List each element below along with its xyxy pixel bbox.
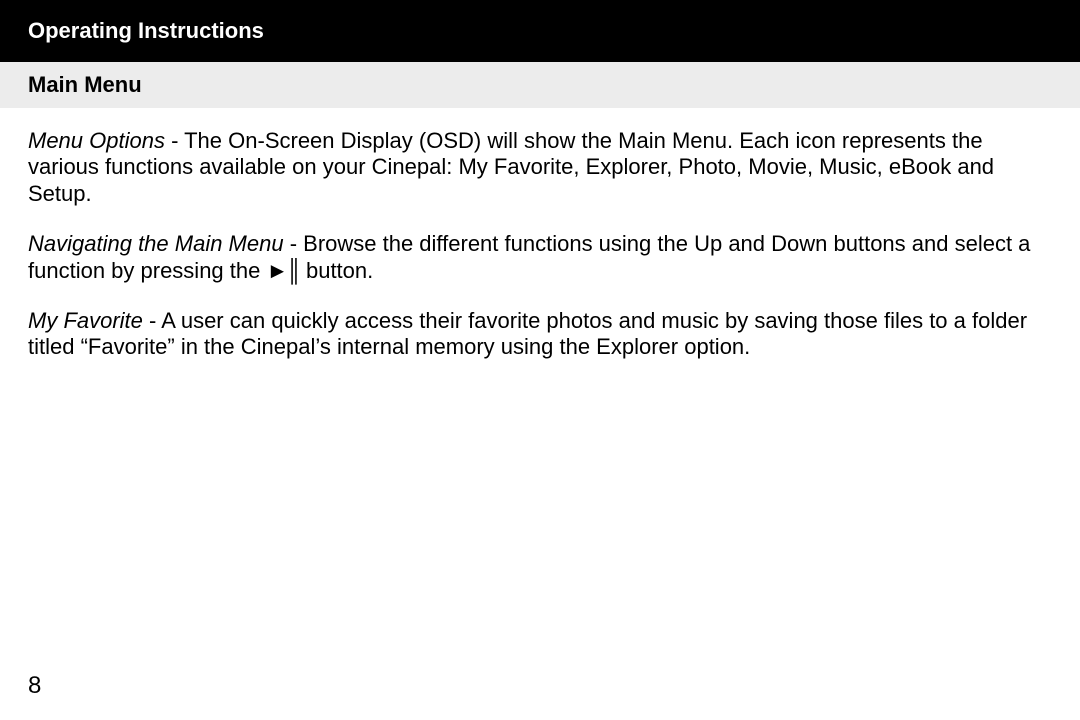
text-my-favorite: - A user can quickly access their favori… [28, 308, 1027, 359]
header-bar: Operating Instructions [0, 0, 1080, 62]
paragraph-my-favorite: My Favorite - A user can quickly access … [28, 308, 1052, 361]
header-title: Operating Instructions [28, 18, 264, 43]
page-number: 8 [28, 672, 41, 700]
lead-my-favorite: My Favorite [28, 308, 143, 333]
paragraph-menu-options: Menu Options - The On-Screen Display (OS… [28, 128, 1052, 207]
sub-header-title: Main Menu [28, 72, 142, 97]
lead-menu-options: Menu Options [28, 128, 165, 153]
text-menu-options: - The On-Screen Display (OSD) will show … [28, 128, 994, 206]
text-navigating-b: button. [300, 258, 373, 283]
paragraph-navigating: Navigating the Main Menu - Browse the di… [28, 231, 1052, 284]
content-area: Menu Options - The On-Screen Display (OS… [0, 108, 1080, 361]
play-pause-icon: ►║ [266, 258, 299, 283]
sub-header: Main Menu [0, 62, 1080, 108]
lead-navigating: Navigating the Main Menu [28, 231, 284, 256]
